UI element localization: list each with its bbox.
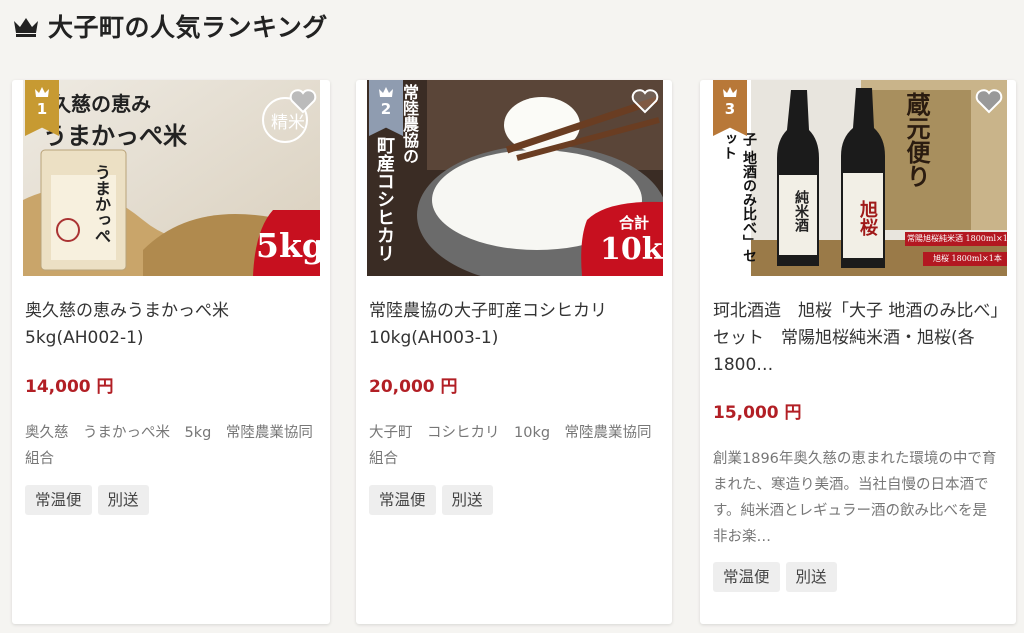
favorite-button[interactable]	[974, 86, 1004, 116]
tag-list: 常温便 別送	[369, 485, 493, 515]
bag-label: うまかっぺ	[92, 164, 111, 244]
image-vertical-caption: 子 地酒のみ比べ」セット	[721, 132, 757, 263]
rank-badge: 3	[713, 80, 747, 136]
tag-shipping-normal: 常温便	[25, 485, 92, 515]
product-price: 20,000 円	[369, 377, 458, 397]
favorite-button[interactable]	[630, 86, 660, 116]
tag-separate-shipping: 別送	[441, 485, 493, 515]
heart-icon	[631, 89, 659, 114]
image-caption-line1: 久慈の恵み	[51, 92, 151, 116]
tag-shipping-normal: 常温便	[369, 485, 436, 515]
image-weight: 5kg	[256, 226, 320, 265]
product-title[interactable]: 常陸農協の大子町産コシヒカリ10kg(AH003-1)	[369, 298, 661, 352]
product-card-1[interactable]: 久慈の恵み うまかっぺ米 精米 5kg うまかっぺ 1 奥久慈の恵みうまかっぺ米…	[12, 80, 330, 624]
favorite-button[interactable]	[288, 86, 318, 116]
image-total-label: 合計	[619, 214, 650, 232]
image-weight: 10kg	[600, 232, 663, 267]
crown-icon	[14, 18, 38, 37]
rank-number: 3	[724, 100, 736, 118]
image-sign: 蔵元便り	[902, 92, 931, 188]
bottle-label-2: 旭桜	[857, 200, 878, 236]
tag-list: 常温便 別送	[25, 485, 149, 515]
crown-icon	[379, 87, 393, 97]
tag-separate-shipping: 別送	[785, 562, 837, 592]
bottle-label-1: 純米酒	[793, 190, 809, 232]
tag-list: 常温便 別送	[713, 562, 837, 592]
image-caption-line2: うまかっぺ米	[43, 121, 187, 150]
product-image[interactable]: 子 地酒のみ比べ」セット 純米酒 旭桜 蔵元便り 常陽旭桜純米酒 1800ml×…	[711, 80, 1007, 276]
heart-icon	[289, 89, 317, 114]
crown-icon	[723, 87, 737, 97]
heart-icon	[975, 89, 1003, 114]
ranking-header: 大子町の人気ランキング	[12, 8, 328, 44]
image-vertical-caption-2: 町産コシヒカリ	[374, 136, 395, 262]
product-image[interactable]: 久慈の恵み うまかっぺ米 精米 5kg うまかっぺ	[23, 80, 320, 276]
rank-number: 1	[36, 100, 48, 118]
rank-badge: 1	[25, 80, 59, 136]
product-title[interactable]: 珂北酒造 旭桜「大子 地酒のみ比べ」セット 常陽旭桜純米酒・旭桜(各1800…	[713, 298, 1005, 379]
product-price: 15,000 円	[713, 403, 802, 423]
product-description: 創業1896年奥久慈の恵まれた環境の中で育まれた、寒造り美酒。当社自慢の日本酒で…	[713, 451, 997, 545]
product-image[interactable]: 常陸農協の 町産コシヒカリ 合計 10kg	[367, 80, 663, 276]
rank-badge: 2	[369, 80, 403, 136]
product-card-3[interactable]: 子 地酒のみ比べ」セット 純米酒 旭桜 蔵元便り 常陽旭桜純米酒 1800ml×…	[700, 80, 1016, 624]
crown-icon	[35, 87, 49, 97]
product-title[interactable]: 奥久慈の恵みうまかっぺ米 5kg(AH002-1)	[25, 298, 317, 352]
product-description: 大子町 コシヒカリ 10kg 常陸農業協同組合	[369, 425, 652, 467]
image-note-1: 常陽旭桜純米酒 1800ml×1本	[907, 234, 1007, 243]
product-description: 奥久慈 うまかっぺ米 5kg 常陸農業協同組合	[25, 425, 313, 467]
tag-shipping-normal: 常温便	[713, 562, 780, 592]
section-title: 大子町の人気ランキング	[48, 13, 328, 42]
product-card-2[interactable]: 常陸農協の 町産コシヒカリ 合計 10kg 2 常陸農協の大子町産コシヒカリ10…	[356, 80, 672, 624]
rank-number: 2	[380, 100, 392, 118]
image-note-2: 旭桜 1800ml×1本	[933, 254, 1002, 263]
tag-separate-shipping: 別送	[97, 485, 149, 515]
product-price: 14,000 円	[25, 377, 114, 397]
